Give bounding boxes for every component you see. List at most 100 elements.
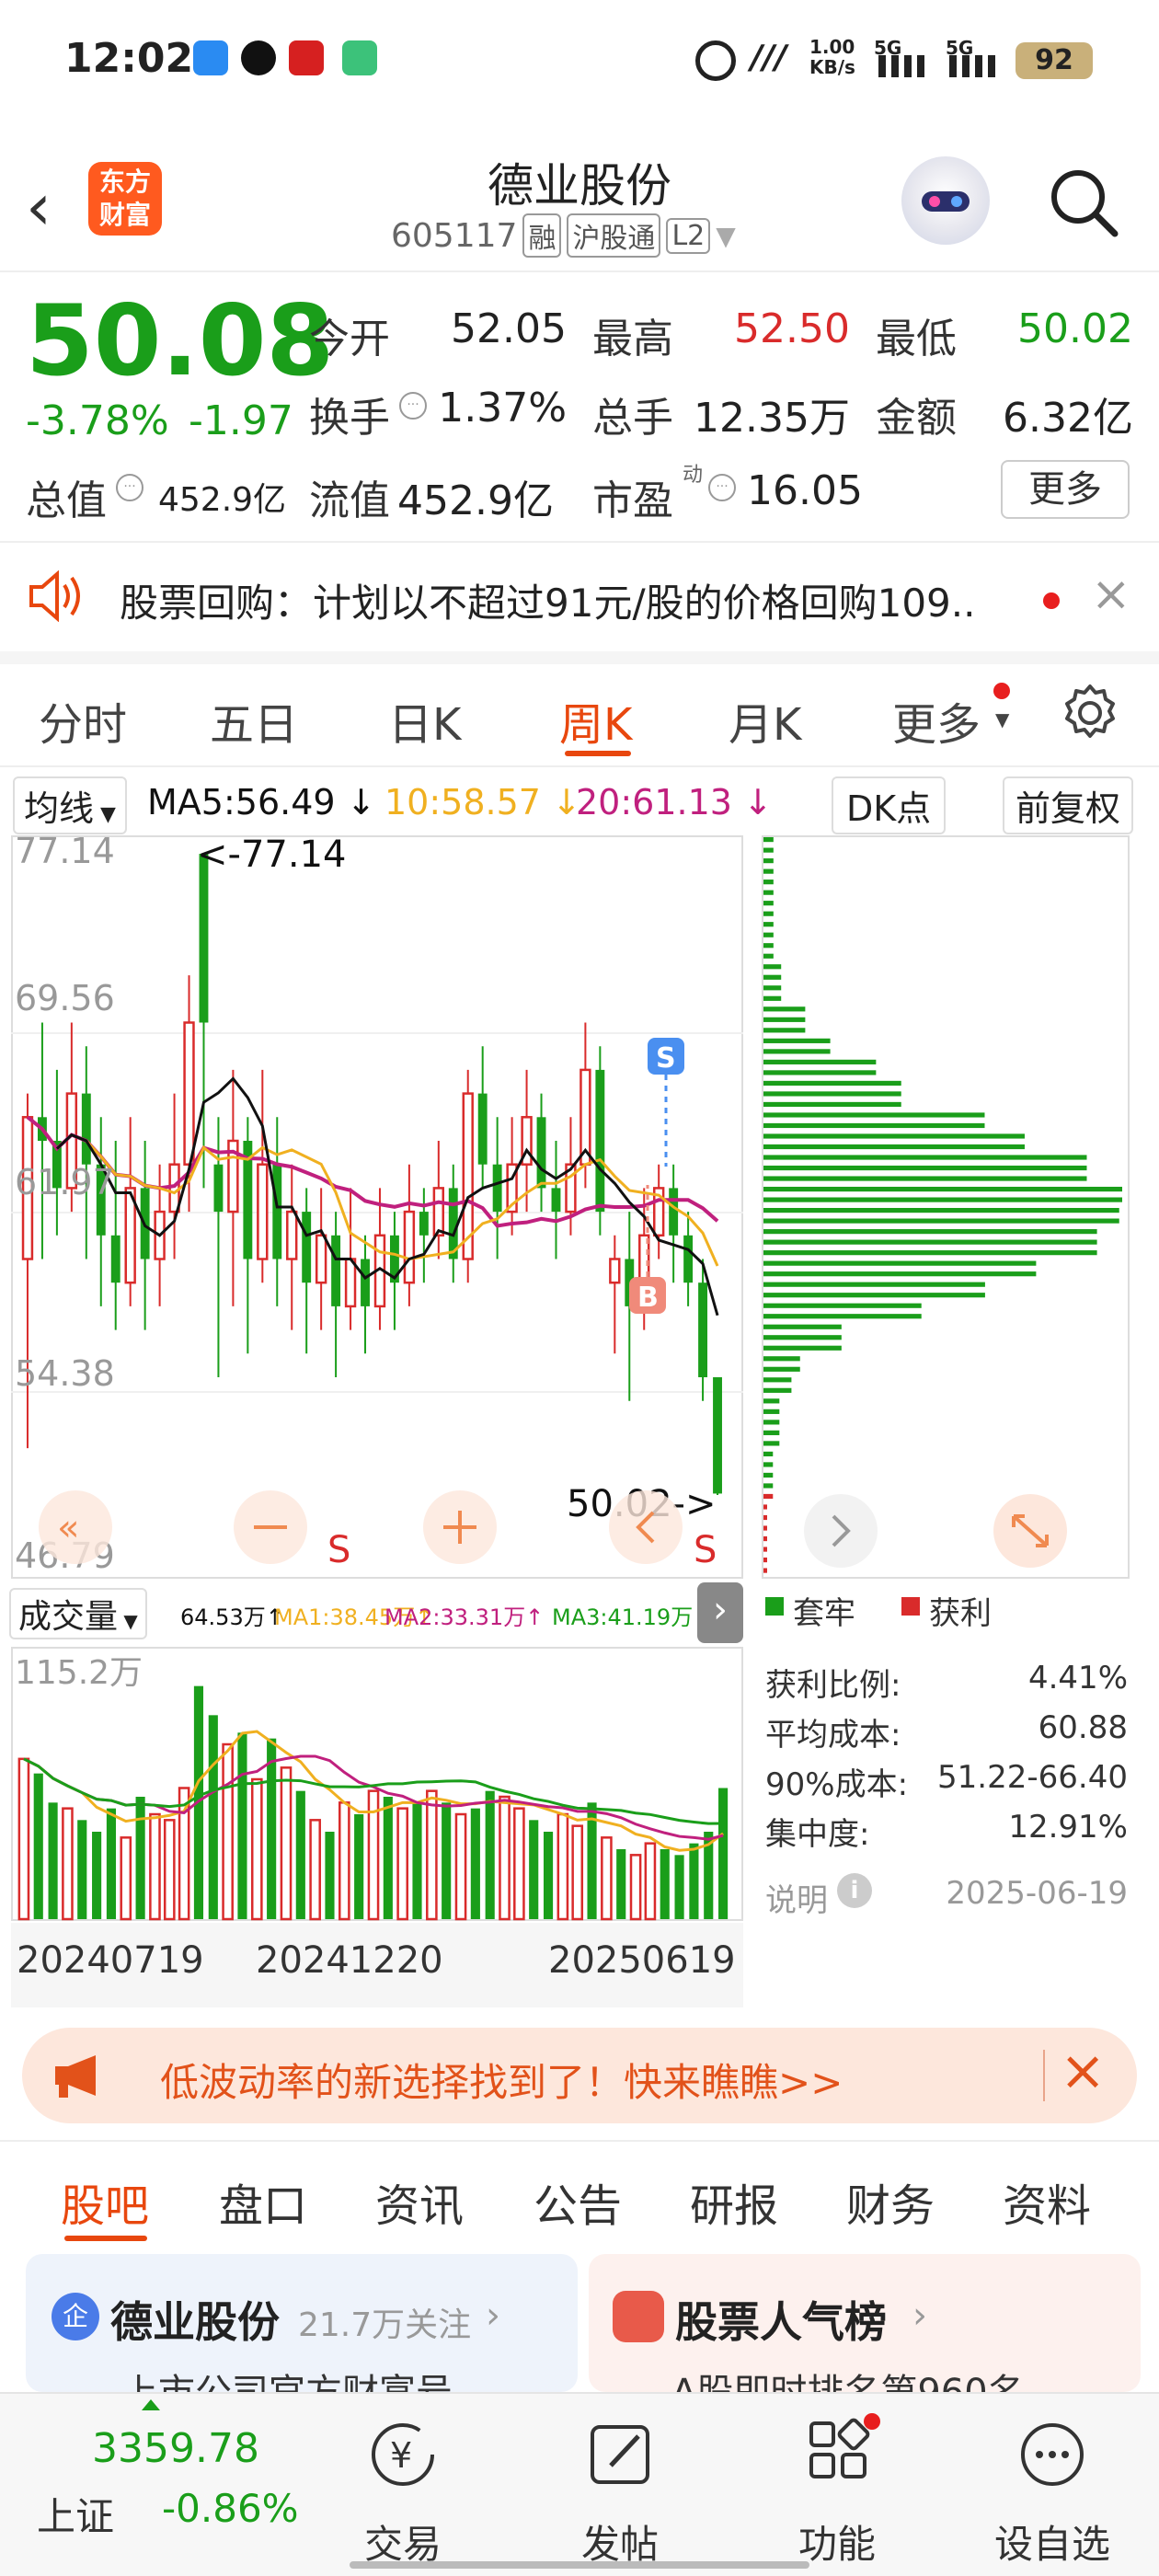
info-icon[interactable]: i [837,1873,872,1908]
candle[interactable] [286,1210,298,1260]
volume-bar[interactable] [689,1843,699,1919]
tab-orderbook[interactable]: 盘口 [219,2169,307,2234]
candle[interactable] [361,1259,370,1306]
candle[interactable] [302,1212,312,1283]
candle[interactable] [81,1093,91,1165]
chip-distribution-chart[interactable] [762,835,1130,1579]
volume-bar[interactable] [396,1807,408,1921]
popularity-card[interactable]: 股票人气榜 › A股即时排名第960名 [589,2254,1141,2414]
volume-bar[interactable] [454,1812,467,1921]
candle[interactable] [536,1117,546,1189]
volume-bar[interactable] [92,1832,102,1919]
edit-icon[interactable] [546,2412,694,2495]
volume-bar[interactable] [470,1808,480,1919]
candle[interactable] [492,1164,502,1213]
volume-bar[interactable] [513,1807,525,1921]
volume-bar[interactable] [62,1807,74,1921]
volume-bar[interactable] [601,1836,613,1921]
candle[interactable] [403,1210,416,1284]
index-value[interactable]: 3359.78 [92,2425,259,2472]
volume-bar[interactable] [629,1854,642,1921]
volume-bar[interactable] [33,1773,43,1919]
info-icon[interactable]: ··· [708,474,736,501]
more-quote-button[interactable]: 更多 [1001,460,1130,519]
adjust-button[interactable]: 前复权 [1003,776,1134,834]
chip-next-button[interactable] [804,1494,878,1568]
volume-chart[interactable]: 115.2万 [11,1647,743,1921]
volume-bar[interactable] [339,1801,350,1921]
more-icon[interactable] [979,2412,1126,2495]
tab-daily-k[interactable]: 日K [388,688,461,753]
tab-more[interactable]: 更多 [892,688,981,753]
volume-bar[interactable] [267,1738,277,1919]
volume-bar[interactable] [237,1732,247,1919]
volume-bar[interactable] [149,1812,161,1921]
volume-bar[interactable] [250,1777,263,1921]
volume-bar[interactable] [718,1788,729,1920]
tab-announcements[interactable]: 公告 [534,2169,622,2234]
tab-financials[interactable]: 财务 [846,2169,935,2234]
candle[interactable] [199,854,209,1023]
dk-button[interactable]: DK点 [832,776,947,834]
tab-forum[interactable]: 股吧 [61,2169,149,2234]
volume-bar[interactable] [442,1802,452,1919]
candle[interactable] [683,1235,694,1283]
close-icon[interactable]: × [1091,567,1131,622]
volume-bar[interactable] [325,1832,335,1919]
volume-bar[interactable] [543,1832,554,1919]
candle[interactable] [344,1258,357,1308]
volume-bar[interactable] [106,1808,117,1919]
index-change[interactable]: -0.86% [162,2486,299,2531]
candle[interactable] [419,1212,429,1236]
candlestick-chart[interactable]: 77.14 69.56 61.97 54.38 46.79 <-77.14 50… [11,835,743,1579]
notice-bar[interactable]: 股票回购：计划以不超过91元/股的价格回购109.. × [0,545,1159,648]
grid-icon[interactable] [763,2412,911,2495]
tab-weekly-k[interactable]: 周K [559,688,632,753]
index-name[interactable]: 上证 [37,2486,114,2542]
candle[interactable] [713,1377,722,1494]
volume-selector[interactable]: 成交量 ▼ [9,1588,147,1639]
nav-add-watchlist[interactable]: 设自选 [979,2513,1126,2570]
stock-code-row[interactable]: 605117 融 沪股通 L2 ▼ [391,213,736,258]
volume-bar[interactable] [529,1820,539,1919]
volume-bar[interactable] [208,1715,218,1919]
candle[interactable] [110,1235,120,1283]
volume-bar[interactable] [571,1824,584,1921]
collapse-arrow-button[interactable]: › [697,1582,743,1643]
volume-bar[interactable] [674,1855,684,1919]
tab-research[interactable]: 研报 [690,2169,778,2234]
volume-bar[interactable] [163,1819,176,1921]
candle[interactable] [315,1234,327,1284]
close-icon[interactable]: × [1060,2039,1106,2103]
volume-bar[interactable] [412,1802,422,1919]
tab-five-day[interactable]: 五日 [210,688,298,753]
tab-news[interactable]: 资讯 [375,2169,464,2234]
volume-bar[interactable] [557,1812,569,1921]
info-icon[interactable]: ··· [116,474,143,501]
candle[interactable] [183,1021,195,1166]
candle[interactable] [698,1282,708,1378]
volume-bar[interactable] [120,1836,132,1921]
volume-bar[interactable] [383,1797,393,1919]
tab-profile[interactable]: 资料 [1003,2169,1091,2234]
volume-bar[interactable] [485,1790,495,1919]
candle[interactable] [272,1164,282,1259]
company-card[interactable]: 企 德业股份 21.7万关注 › 上市公司官方财富号 [26,2254,578,2414]
gear-icon[interactable] [1060,683,1120,743]
volume-bar[interactable] [17,1757,30,1921]
candle[interactable] [595,1069,605,1213]
candle[interactable] [609,1258,621,1284]
volume-bar[interactable] [616,1849,626,1919]
prev-button[interactable] [609,1490,683,1564]
candle[interactable] [669,1188,679,1236]
candle[interactable] [257,1163,269,1260]
volume-bar[interactable] [222,1742,234,1921]
volume-bar[interactable] [48,1802,58,1919]
volume-bar[interactable] [644,1842,657,1921]
tab-monthly-k[interactable]: 月K [729,688,801,753]
volume-bar[interactable] [309,1819,321,1921]
volume-bar[interactable] [354,1814,364,1919]
tab-intraday[interactable]: 分时 [39,688,127,753]
candle[interactable] [432,1187,445,1237]
note-label[interactable]: 说明 [765,1875,828,1920]
